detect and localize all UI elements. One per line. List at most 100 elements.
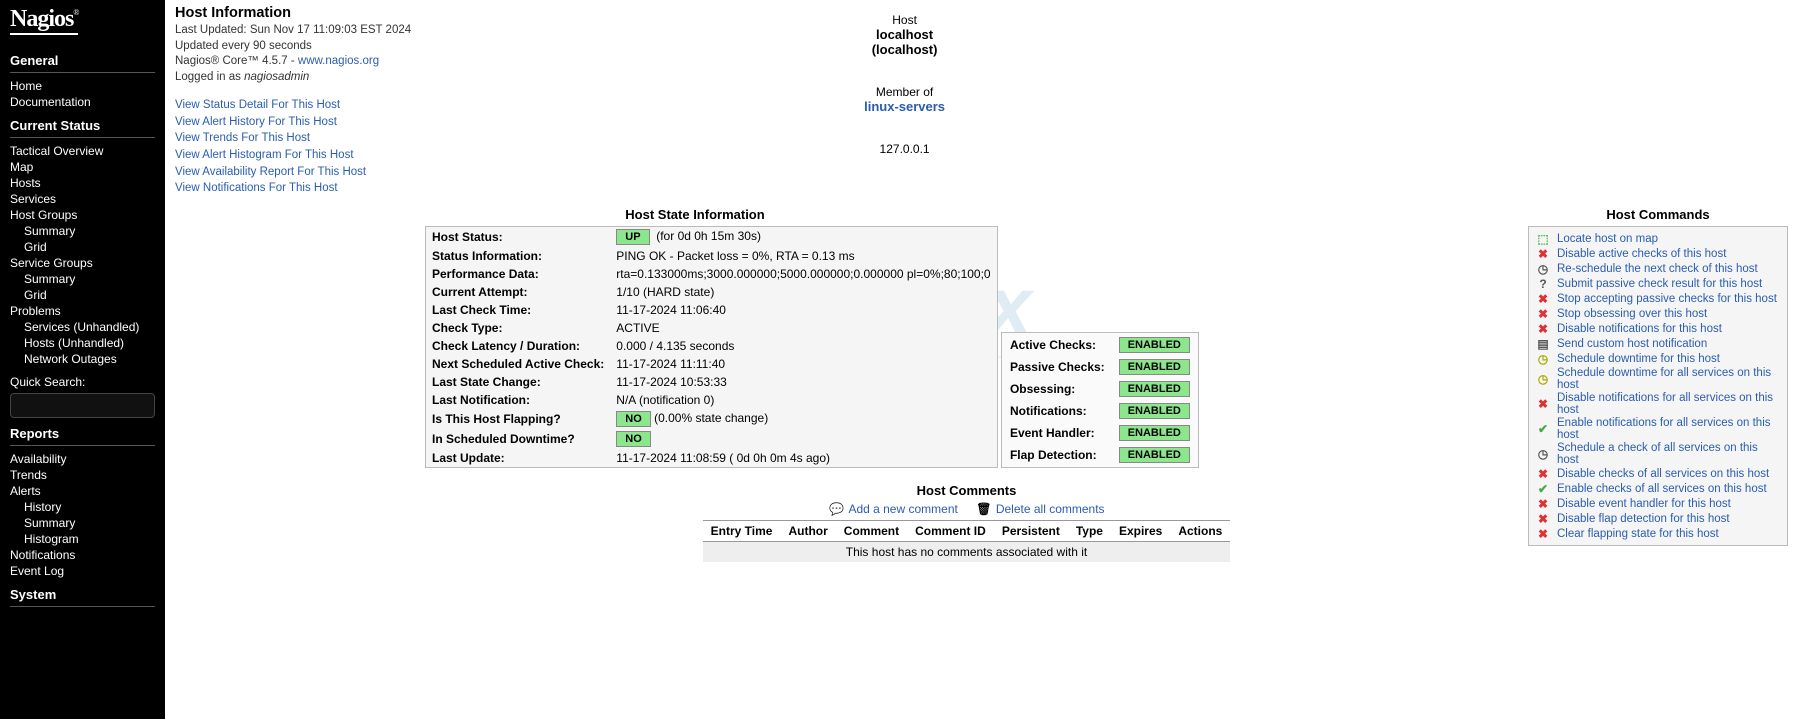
nav-hosts[interactable]: Hosts [10,175,155,191]
red-x-icon: ✖ [1535,497,1551,511]
command-link[interactable]: Stop obsessing over this host [1557,308,1707,320]
quick-search-input[interactable] [10,393,155,418]
state-value: N/A (notification 0) [610,391,996,409]
red-x-icon: ✖ [1535,467,1551,481]
host-name: localhost [411,27,1398,42]
nav-eventlog[interactable]: Event Log [10,563,155,579]
delete-comments-link[interactable]: Delete all comments [996,502,1105,516]
enabled-badge: ENABLED [1119,447,1190,463]
command-link[interactable]: Locate host on map [1557,233,1658,245]
comments-header: Actions [1170,521,1230,542]
green-check-icon: ✔ [1535,422,1551,436]
command-row: ◷Schedule a check of all services on thi… [1535,441,1781,466]
red-x-icon: ✖ [1535,247,1551,261]
host-ip: 127.0.0.1 [411,142,1398,156]
last-updated: Last Updated: Sun Nov 17 11:09:03 EST 20… [175,23,411,39]
command-link[interactable]: Re-schedule the next check of this host [1557,263,1758,275]
status-up-badge: UP [616,229,649,245]
state-value: UP (for 0d 0h 15m 30s) [610,227,996,247]
command-link[interactable]: Disable event handler for this host [1557,498,1731,510]
command-link[interactable]: Submit passive check result for this hos… [1557,278,1762,290]
section-system: System [10,587,155,602]
check-label: Passive Checks: [1004,357,1111,377]
nav-servicegroups[interactable]: Service Groups [10,255,155,271]
nav-services[interactable]: Services [10,191,155,207]
command-row: ✖ Disable active checks of this host [1535,246,1781,261]
command-link[interactable]: Enable checks of all services on this ho… [1557,483,1767,495]
nav-alerts-history[interactable]: History [10,499,155,515]
nav-alerts-summary[interactable]: Summary [10,515,155,531]
add-comment-link[interactable]: Add a new comment [848,502,957,516]
nav-alerts[interactable]: Alerts [10,483,155,499]
nav-servicegroups-summary[interactable]: Summary [10,271,155,287]
hostgroup-link[interactable]: linux-servers [864,99,945,114]
sidebar: Nagios® General Home Documentation Curre… [0,0,165,719]
status-no-badge: NO [616,431,651,447]
state-info-title: Host State Information [425,207,965,222]
main-content: Kifarunix *NIX TIPS & TUTORIALS Host Inf… [165,0,1798,719]
command-link[interactable]: Disable active checks of this host [1557,248,1726,260]
state-label: Status Information: [426,247,610,265]
host-link-3[interactable]: View Alert Histogram For This Host [175,147,411,164]
nav-map[interactable]: Map [10,159,155,175]
nav-availability[interactable]: Availability [10,451,155,467]
status-no-badge: NO [616,411,651,427]
state-value: NO (0.00% state change) [610,409,996,429]
nav-documentation[interactable]: Documentation [10,94,155,110]
command-link[interactable]: Clear flapping state for this host [1557,528,1719,540]
comments-header: Expires [1111,521,1170,542]
nav-notifications[interactable]: Notifications [10,547,155,563]
red-x-icon: ✖ [1535,527,1551,541]
nav-problems-services[interactable]: Services (Unhandled) [10,319,155,335]
map-icon: ⬚ [1535,232,1551,246]
red-x-icon: ✖ [1535,307,1551,321]
enabled-badge: ENABLED [1119,337,1190,353]
host-link-1[interactable]: View Alert History For This Host [175,114,411,131]
command-link[interactable]: Stop accepting passive checks for this h… [1557,293,1777,305]
command-link[interactable]: Disable checks of all services on this h… [1557,468,1769,480]
host-link-2[interactable]: View Trends For This Host [175,130,411,147]
command-link[interactable]: Schedule a check of all services on this… [1557,442,1781,466]
nav-hostgroups-summary[interactable]: Summary [10,223,155,239]
command-link[interactable]: Schedule downtime for this host [1557,353,1720,365]
question-icon: ? [1535,277,1551,291]
nav-problems-hosts[interactable]: Hosts (Unhandled) [10,335,155,351]
state-info-box: Host Status:UP (for 0d 0h 15m 30s)Status… [425,226,998,468]
nav-alerts-histogram[interactable]: Histogram [10,531,155,547]
member-of-label: Member of [411,85,1398,99]
host-link-4[interactable]: View Availability Report For This Host [175,164,411,181]
nav-hostgroups-grid[interactable]: Grid [10,239,155,255]
nav-problems-outages[interactable]: Network Outages [10,351,155,367]
nav-hostgroups[interactable]: Host Groups [10,207,155,223]
host-link-0[interactable]: View Status Detail For This Host [175,97,411,114]
state-label: Last Update: [426,449,610,467]
product-url[interactable]: www.nagios.org [298,55,379,67]
command-link[interactable]: Send custom host notification [1557,338,1707,350]
command-link[interactable]: Disable notifications for all services o… [1557,392,1781,416]
enabled-badge: ENABLED [1119,403,1190,419]
state-value: 11-17-2024 11:06:40 [610,301,996,319]
check-label: Notifications: [1004,401,1111,421]
command-link[interactable]: Disable notifications for this host [1557,323,1722,335]
host-link-5[interactable]: View Notifications For This Host [175,180,411,197]
command-link[interactable]: Disable flap detection for this host [1557,513,1730,525]
state-label: In Scheduled Downtime? [426,429,610,449]
command-link[interactable]: Enable notifications for all services on… [1557,417,1781,441]
enabled-badge: ENABLED [1119,381,1190,397]
comments-title: Host Comments [425,483,1508,498]
comments-empty: This host has no comments associated wit… [703,542,1231,563]
nav-home[interactable]: Home [10,78,155,94]
state-label: Check Latency / Duration: [426,337,610,355]
nav-trends[interactable]: Trends [10,467,155,483]
section-reports: Reports [10,426,155,441]
logo: Nagios® [10,6,78,35]
nav-servicegroups-grid[interactable]: Grid [10,287,155,303]
red-x-icon: ✖ [1535,397,1551,411]
nav-tactical[interactable]: Tactical Overview [10,143,155,159]
comment-icon: ▤ [1535,337,1551,351]
command-link[interactable]: Schedule downtime for all services on th… [1557,367,1781,391]
state-label: Last State Change: [426,373,610,391]
state-value: 11-17-2024 11:08:59 ( 0d 0h 0m 4s ago) [610,449,996,467]
nav-problems[interactable]: Problems [10,303,155,319]
trash-icon: 🗑 [976,502,992,516]
